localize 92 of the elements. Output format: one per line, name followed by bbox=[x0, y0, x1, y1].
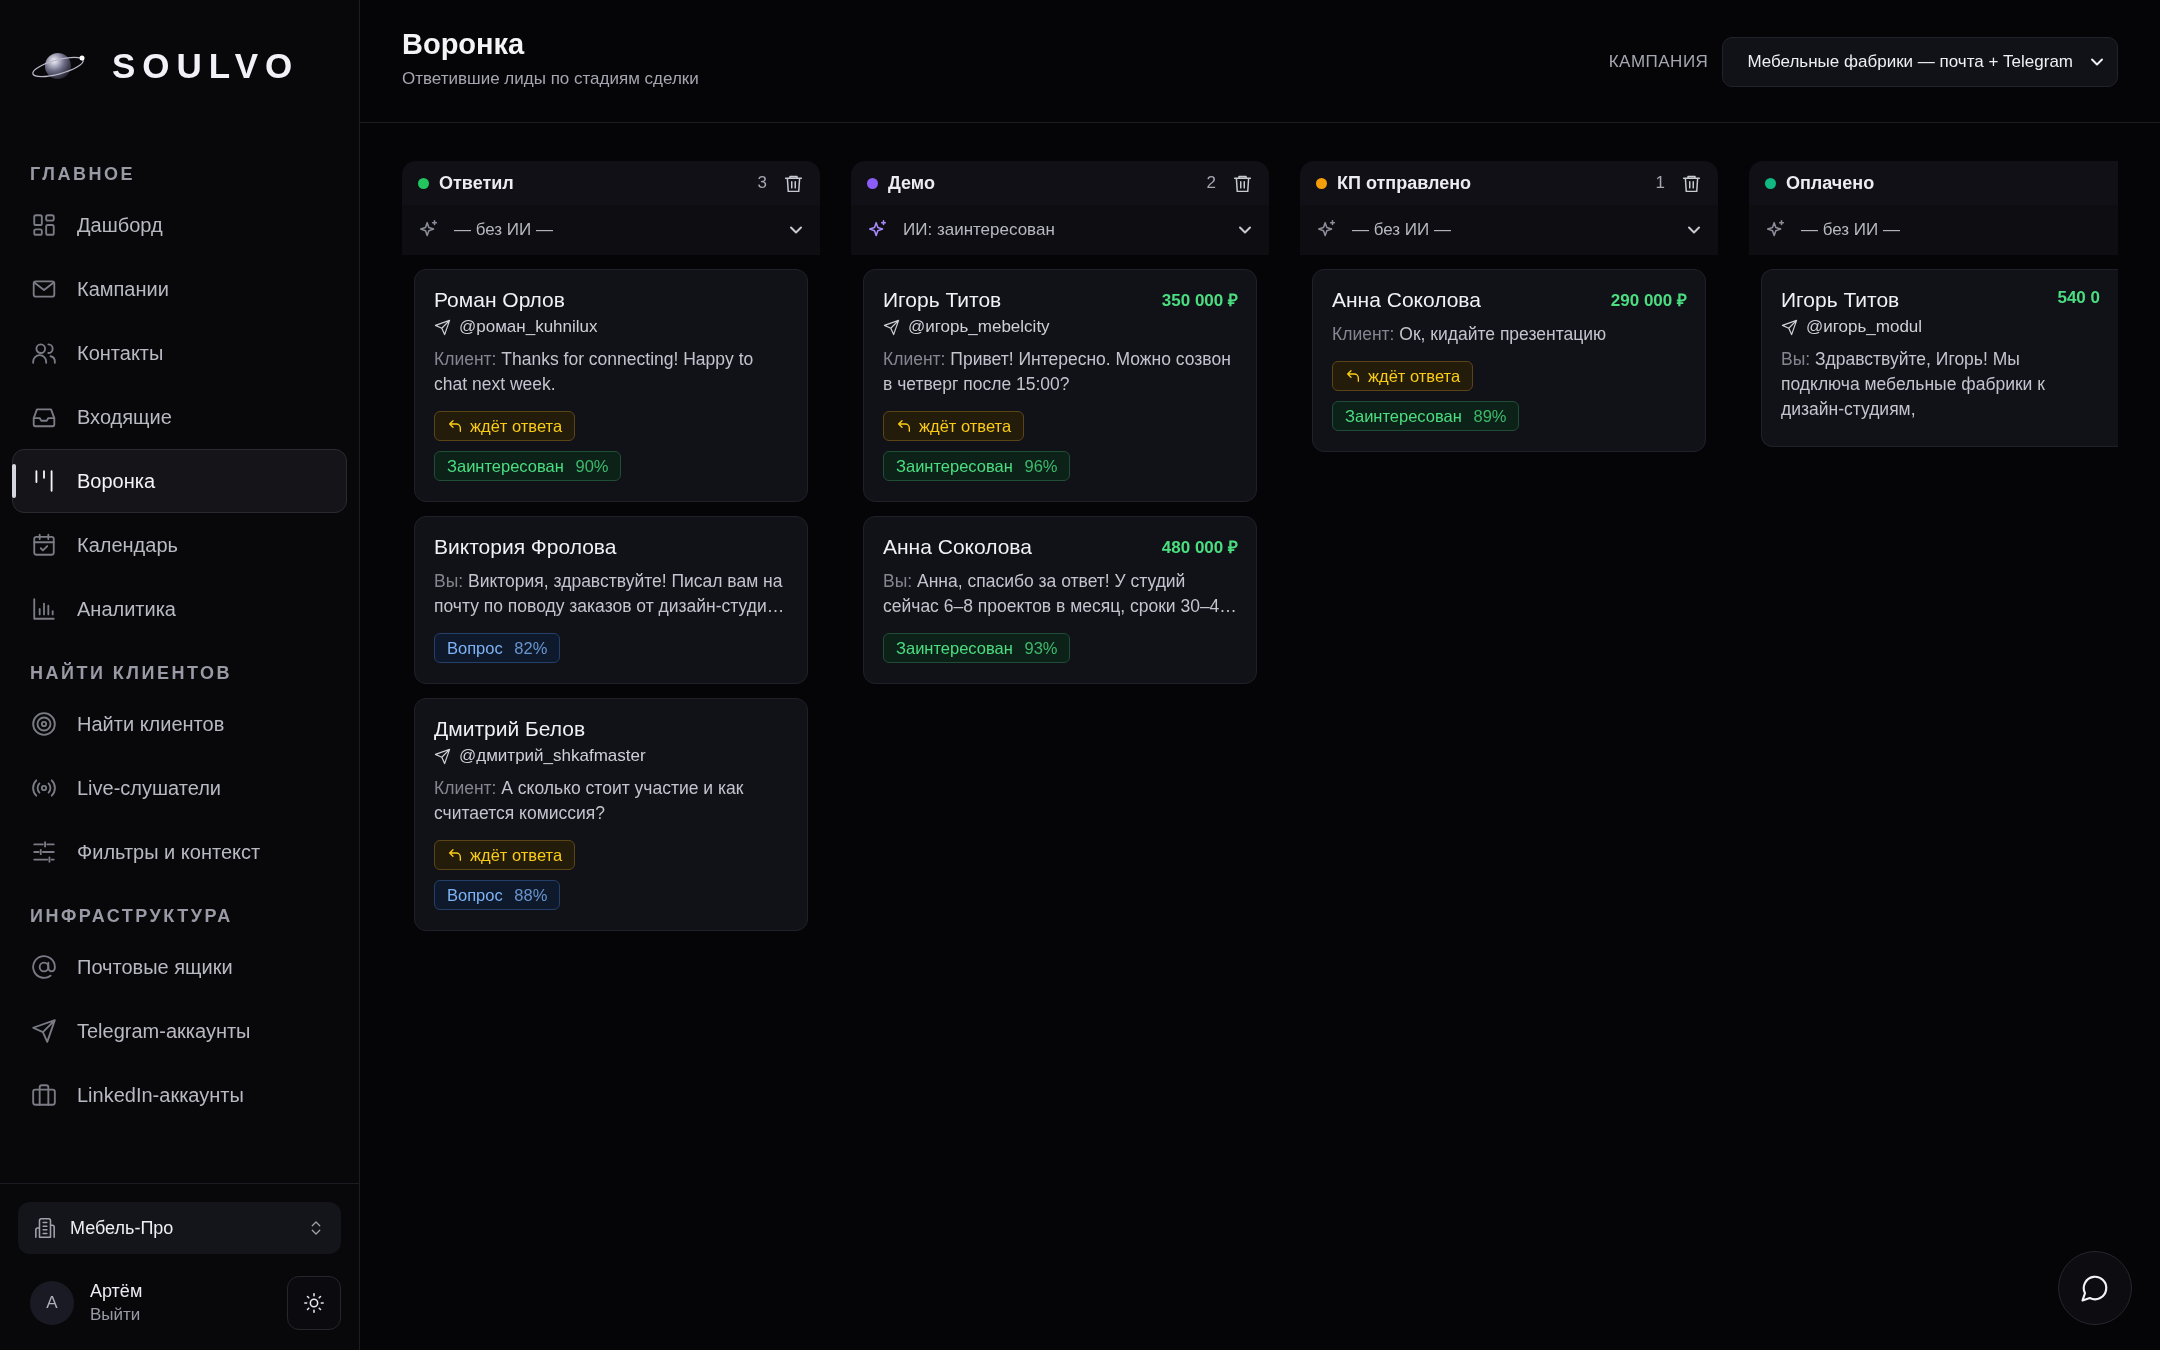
lead-card[interactable]: Роман Орлов @роман_kuhnilux Клиент: Thanks for connecting! Happy to chat next week. ждёт ответа Заинтересован 90% bbox=[414, 269, 808, 502]
lead-card[interactable]: Виктория Фролова Вы: Виктория, здравствуйте! Писал вам на почту по поводу заказов от дизайн-студи… Вопрос 82% bbox=[414, 516, 808, 684]
lead-name: Роман Орлов bbox=[434, 288, 565, 312]
lead-count: 3 bbox=[757, 173, 767, 193]
section-heading: ИНФРАСТРУКТУРА bbox=[29, 906, 234, 927]
deal-amount: 350 000 ₽ bbox=[1161, 290, 1238, 311]
sidebar-item[interactable]: Входящие bbox=[12, 385, 347, 449]
telegram-handle: @роман_kuhnilux bbox=[459, 317, 598, 337]
campaign-label: КАМПАНИЯ bbox=[1608, 52, 1709, 72]
sliders-icon bbox=[31, 839, 57, 865]
interest-badge: Заинтересован 93% bbox=[883, 633, 1071, 663]
last-message: Клиент: Thanks for connecting! Happy to chat next week. bbox=[434, 348, 755, 396]
interest-badge: Заинтересован 96% bbox=[883, 451, 1071, 481]
ai-filter-select[interactable]: — без ИИ — bbox=[1749, 205, 2118, 255]
sidebar-item[interactable]: Дашборд bbox=[12, 193, 347, 257]
logout-link[interactable]: Выйти bbox=[90, 1305, 271, 1325]
page-title: Воронка bbox=[402, 28, 526, 61]
target-icon bbox=[31, 711, 57, 737]
brand-name: SOULVO bbox=[112, 46, 300, 86]
lead-card[interactable]: Игорь Титов 350 000 ₽ @игорь_mebelcity Клиент: Привет! Интересно. Можно созвон в четверг после 15:00? ждёт ответа Заинтересован 96% bbox=[863, 269, 1257, 502]
ai-filter-select[interactable]: ИИ: заинтересован bbox=[851, 205, 1269, 255]
send-icon bbox=[31, 1018, 57, 1044]
telegram-handle: @игорь_mebelcity bbox=[908, 317, 1050, 337]
lead-name: Анна Соколова bbox=[1332, 288, 1481, 312]
grid-icon bbox=[31, 212, 57, 238]
sidebar-item[interactable]: Контакты bbox=[12, 321, 347, 385]
last-message: Клиент: Ок, кидайте презентацию bbox=[1332, 323, 1608, 346]
lead-name: Игорь Титов bbox=[883, 288, 1002, 312]
sidebar-item[interactable]: Календарь bbox=[12, 513, 347, 577]
lead-count: 2 bbox=[1206, 173, 1216, 193]
sidebar-item[interactable]: Live-слушатели bbox=[12, 756, 347, 820]
sun-icon bbox=[303, 1292, 325, 1314]
sidebar-item[interactable]: Воронка bbox=[12, 449, 347, 513]
lead-card[interactable]: Игорь Титов 540 0 @игорь_modul Вы: Здравствуйте, Игорь! Мы подключа мебельные фабрики к дизайн-студиям, bbox=[1761, 269, 2118, 447]
last-message: Вы: Здравствуйте, Игорь! Мы подключа мебельные фабрики к дизайн-студиям, bbox=[1781, 348, 2046, 421]
column-title: Оплачено bbox=[1786, 172, 1876, 194]
question-badge: Вопрос 88% bbox=[434, 880, 561, 910]
workspace-select[interactable]: Мебель-Про bbox=[18, 1202, 341, 1254]
last-message: Вы: Виктория, здравствуйте! Писал вам на почту по поводу заказов от дизайн-студи… bbox=[434, 570, 786, 618]
theme-toggle-button[interactable] bbox=[287, 1276, 341, 1330]
at-sign-icon bbox=[31, 954, 57, 980]
telegram-handle: @игорь_modul bbox=[1806, 317, 1923, 337]
chat-bubble-icon bbox=[2080, 1273, 2110, 1303]
user-name: Артём bbox=[90, 1281, 144, 1302]
column-title: Ответил bbox=[439, 172, 515, 194]
lead-count: 1 bbox=[1655, 173, 1665, 193]
bar-chart-icon bbox=[31, 596, 57, 622]
lead-card[interactable]: Анна Соколова 290 000 ₽ Клиент: Ок, кидайте презентацию ждёт ответа Заинтересован 89% bbox=[1312, 269, 1706, 452]
sidebar-item[interactable]: LinkedIn-аккаунты bbox=[12, 1063, 347, 1127]
calendar-icon bbox=[31, 532, 57, 558]
waiting-badge: ждёт ответа bbox=[1332, 361, 1474, 391]
send-icon bbox=[434, 318, 451, 336]
lead-card[interactable]: Дмитрий Белов @дмитрий_shkafmaster Клиент: А сколько стоит участие и как считается комиссия? ждёт ответа Вопрос 88% bbox=[414, 698, 808, 931]
last-message: Клиент: Привет! Интересно. Можно созвон в четверг после 15:00? bbox=[883, 348, 1232, 396]
sidebar-item[interactable]: Фильтры и контекст bbox=[12, 820, 347, 884]
lead-name: Дмитрий Белов bbox=[434, 717, 586, 741]
lead-name: Игорь Титов bbox=[1781, 288, 1900, 312]
waiting-badge: ждёт ответа bbox=[434, 840, 576, 870]
sidebar-item[interactable]: Telegram-аккаунты bbox=[12, 999, 347, 1063]
building-icon bbox=[34, 1217, 56, 1239]
last-message: Вы: Анна, спасибо за ответ! У студий сейчас 6–8 проектов в месяц, сроки 30–4… bbox=[883, 570, 1238, 618]
deal-amount: 540 0 bbox=[2057, 288, 2100, 308]
campaign-select[interactable]: Мебельные фабрики — почта + Telegram bbox=[1722, 37, 2118, 87]
telegram-handle: @дмитрий_shkafmaster bbox=[459, 746, 646, 766]
section-heading: НАЙТИ КЛИЕНТОВ bbox=[29, 663, 233, 684]
deal-amount: 480 000 ₽ bbox=[1161, 537, 1238, 558]
sidebar-item[interactable]: Почтовые ящики bbox=[12, 935, 347, 999]
users-icon bbox=[31, 340, 57, 366]
send-icon bbox=[1781, 318, 1798, 336]
sidebar-item[interactable]: Кампании bbox=[12, 257, 347, 321]
column-title: Демо bbox=[888, 172, 936, 194]
sidebar-item[interactable]: Аналитика bbox=[12, 577, 347, 641]
section-heading: ГЛАВНОЕ bbox=[29, 164, 136, 185]
page-subtitle: Ответившие лиды по стадиям сделки bbox=[402, 69, 699, 89]
interest-badge: Заинтересован 90% bbox=[434, 451, 622, 481]
question-badge: Вопрос 82% bbox=[434, 633, 561, 663]
sidebar-item[interactable]: Найти клиентов bbox=[12, 692, 347, 756]
lead-name: Виктория Фролова bbox=[434, 535, 617, 559]
briefcase-icon bbox=[31, 1082, 57, 1108]
column-title: КП отправлено bbox=[1337, 172, 1473, 194]
waiting-badge: ждёт ответа bbox=[883, 411, 1025, 441]
lead-card[interactable]: Анна Соколова 480 000 ₽ Вы: Анна, спасибо за ответ! У студий сейчас 6–8 проектов в месяц, сроки 30–4… Заинтересован 93% bbox=[863, 516, 1257, 684]
send-icon bbox=[883, 318, 900, 336]
ai-filter-select[interactable]: — без ИИ — bbox=[402, 205, 820, 255]
ai-filter-select[interactable]: — без ИИ — bbox=[1300, 205, 1718, 255]
send-icon bbox=[434, 747, 451, 765]
avatar: А bbox=[30, 1281, 74, 1325]
last-message: Клиент: А сколько стоит участие и как считается комиссия? bbox=[434, 777, 745, 825]
interest-badge: Заинтересован 89% bbox=[1332, 401, 1520, 431]
lead-name: Анна Соколова bbox=[883, 535, 1032, 559]
deal-amount: 290 000 ₽ bbox=[1610, 290, 1687, 311]
waiting-badge: ждёт ответа bbox=[434, 411, 576, 441]
